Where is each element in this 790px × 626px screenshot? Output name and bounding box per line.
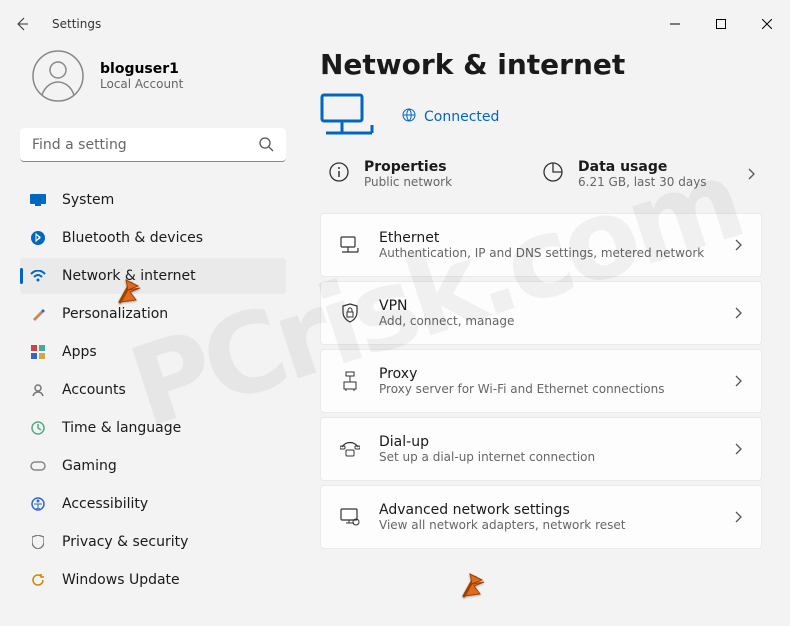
- data-usage-label: Data usage: [578, 159, 707, 175]
- close-icon: [762, 19, 772, 29]
- gaming-icon: [30, 458, 46, 474]
- sidebar-item-network[interactable]: Network & internet: [20, 258, 286, 294]
- chevron-right-icon: [735, 372, 743, 391]
- card-label: Dial-up: [379, 434, 595, 450]
- minimize-button[interactable]: [652, 8, 698, 40]
- card-label: Ethernet: [379, 230, 704, 246]
- sidebar-item-apps[interactable]: Apps: [20, 334, 286, 370]
- sidebar-item-gaming[interactable]: Gaming: [20, 448, 286, 484]
- system-icon: [30, 192, 46, 208]
- sidebar-item-system[interactable]: System: [20, 182, 286, 218]
- sidebar-item-label: Privacy & security: [62, 534, 188, 550]
- accounts-icon: [30, 382, 46, 398]
- sidebar-item-label: Personalization: [62, 306, 168, 322]
- close-button[interactable]: [744, 8, 790, 40]
- sidebar-item-bluetooth[interactable]: Bluetooth & devices: [20, 220, 286, 256]
- sidebar-item-label: Windows Update: [62, 572, 180, 588]
- sidebar-item-label: System: [62, 192, 114, 208]
- dialup-card[interactable]: Dial-upSet up a dial-up internet connect…: [320, 417, 762, 481]
- data-usage-card[interactable]: Data usage 6.21 GB, last 30 days: [534, 155, 740, 193]
- card-sub: Set up a dial-up internet connection: [379, 450, 595, 464]
- card-sub: View all network adapters, network reset: [379, 518, 625, 532]
- app-title: Settings: [52, 17, 101, 31]
- shield-lock-icon: [339, 303, 361, 323]
- network-status-hero: Connected: [320, 93, 762, 141]
- sidebar-item-label: Bluetooth & devices: [62, 230, 203, 246]
- search-input[interactable]: [20, 128, 286, 162]
- search-icon: [258, 136, 274, 156]
- connection-status: Connected: [424, 109, 499, 125]
- card-label: VPN: [379, 298, 514, 314]
- profile-name: bloguser1: [100, 61, 183, 77]
- ethernet-hero-icon: [320, 93, 378, 141]
- sidebar-item-update[interactable]: Windows Update: [20, 562, 286, 598]
- card-label: Advanced network settings: [379, 502, 625, 518]
- search-container: [20, 128, 286, 162]
- ethernet-icon: [339, 236, 361, 254]
- maximize-icon: [716, 19, 726, 29]
- sidebar-item-label: Apps: [62, 344, 97, 360]
- brush-icon: [30, 306, 46, 322]
- sidebar-item-time[interactable]: Time & language: [20, 410, 286, 446]
- sidebar-item-personalization[interactable]: Personalization: [20, 296, 286, 332]
- sidebar-item-label: Accounts: [62, 382, 126, 398]
- vpn-card[interactable]: VPNAdd, connect, manage: [320, 281, 762, 345]
- card-sub: Proxy server for Wi-Fi and Ethernet conn…: [379, 382, 665, 396]
- globe-icon: [402, 108, 416, 126]
- sidebar: bloguser1 Local Account System Bluetooth…: [0, 48, 300, 626]
- sidebar-item-label: Accessibility: [62, 496, 148, 512]
- apps-icon: [30, 344, 46, 360]
- wifi-icon: [30, 268, 46, 284]
- properties-sub: Public network: [364, 175, 452, 189]
- phone-icon: [339, 441, 361, 457]
- titlebar: Settings: [0, 0, 790, 48]
- bluetooth-icon: [30, 230, 46, 246]
- proxy-card[interactable]: ProxyProxy server for Wi-Fi and Ethernet…: [320, 349, 762, 413]
- sidebar-item-label: Time & language: [62, 420, 181, 436]
- chevron-right-icon: [735, 304, 743, 323]
- sidebar-item-privacy[interactable]: Privacy & security: [20, 524, 286, 560]
- card-sub: Authentication, IP and DNS settings, met…: [379, 246, 704, 260]
- chevron-right-icon: [748, 165, 762, 184]
- maximize-button[interactable]: [698, 8, 744, 40]
- card-sub: Add, connect, manage: [379, 314, 514, 328]
- profile-sub: Local Account: [100, 77, 183, 91]
- sidebar-item-label: Network & internet: [62, 268, 196, 284]
- card-label: Proxy: [379, 366, 665, 382]
- sidebar-item-accessibility[interactable]: Accessibility: [20, 486, 286, 522]
- person-icon: [32, 50, 84, 102]
- proxy-icon: [339, 371, 361, 391]
- chevron-right-icon: [735, 508, 743, 527]
- data-usage-sub: 6.21 GB, last 30 days: [578, 175, 707, 189]
- back-button[interactable]: [0, 0, 44, 48]
- ethernet-card[interactable]: EthernetAuthentication, IP and DNS setti…: [320, 213, 762, 277]
- shield-icon: [30, 534, 46, 550]
- sidebar-item-accounts[interactable]: Accounts: [20, 372, 286, 408]
- globe-clock-icon: [30, 420, 46, 436]
- chevron-right-icon: [735, 440, 743, 459]
- advanced-network-card[interactable]: Advanced network settingsView all networ…: [320, 485, 762, 549]
- minimize-icon: [670, 19, 680, 29]
- arrow-left-icon: [14, 16, 30, 32]
- nav-list: System Bluetooth & devices Network & int…: [20, 182, 286, 598]
- monitor-gear-icon: [339, 508, 361, 526]
- update-icon: [30, 572, 46, 588]
- page-title: Network & internet: [320, 48, 762, 81]
- accessibility-icon: [30, 496, 46, 512]
- main-content: Network & internet Connected Properties …: [300, 48, 790, 626]
- info-icon: [328, 161, 350, 187]
- chevron-right-icon: [735, 236, 743, 255]
- properties-label: Properties: [364, 159, 452, 175]
- properties-card[interactable]: Properties Public network: [320, 155, 526, 193]
- data-usage-icon: [542, 161, 564, 187]
- avatar: [30, 48, 86, 104]
- sidebar-item-label: Gaming: [62, 458, 117, 474]
- profile-block[interactable]: bloguser1 Local Account: [20, 48, 286, 104]
